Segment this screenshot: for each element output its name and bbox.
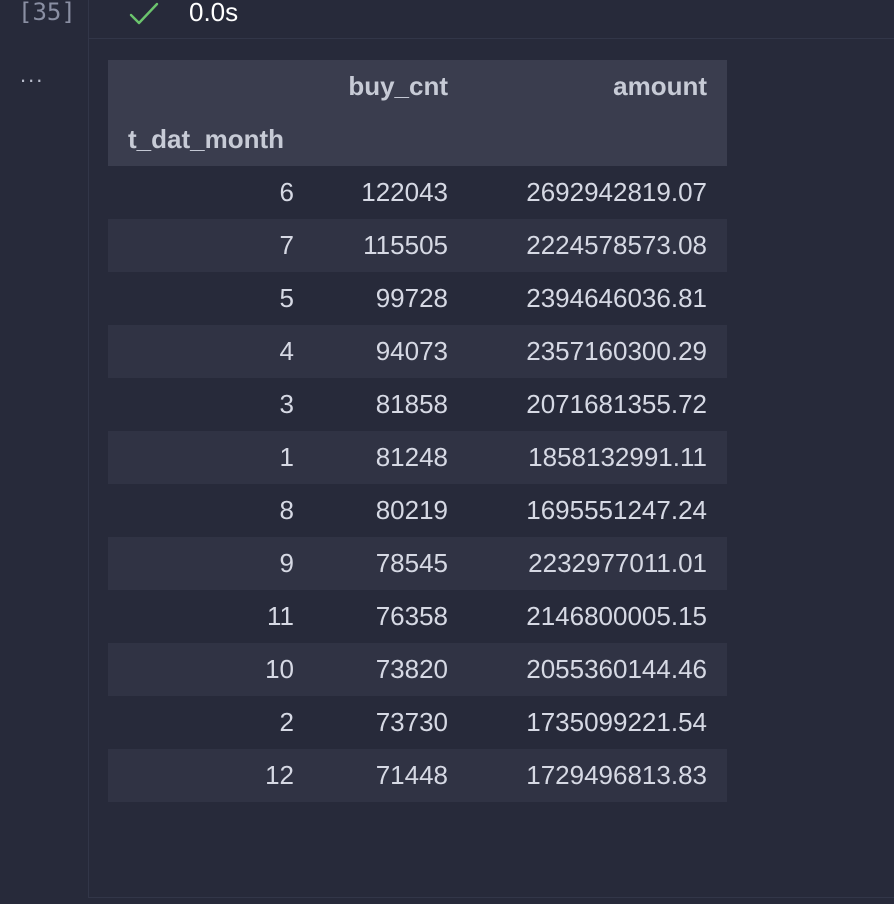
- cell-buy-cnt: 73820: [375, 654, 448, 684]
- dataframe-table: buy_cnt amount t_dat_month 6 122043 269294…: [108, 60, 727, 802]
- table-row: 2 73730 1735099221.54: [108, 696, 727, 749]
- table-row: 4 94073 2357160300.29: [108, 325, 727, 378]
- row-index: 7: [279, 230, 294, 260]
- row-index: 1: [279, 442, 294, 472]
- table-row: 10 73820 2055360144.46: [108, 643, 727, 696]
- index-name: t_dat_month: [128, 124, 284, 154]
- execution-count: [35]: [18, 0, 76, 26]
- table-row: 8 80219 1695551247.24: [108, 484, 727, 537]
- row-index: 11: [267, 601, 294, 631]
- table-row: 7 115505 2224578573.08: [108, 219, 727, 272]
- table-row: 12 71448 1729496813.83: [108, 749, 727, 802]
- row-index: 2: [279, 707, 294, 737]
- check-icon: [129, 2, 159, 25]
- cell-amount: 1735099221.54: [526, 707, 707, 737]
- cell-buy-cnt: 78545: [375, 548, 448, 578]
- cell-buy-cnt: 94073: [375, 336, 448, 366]
- cell-buy-cnt: 122043: [361, 177, 448, 207]
- cell-buy-cnt: 81858: [375, 389, 448, 419]
- cell-amount: 2394646036.81: [526, 283, 707, 313]
- execution-time: 0.0s: [189, 0, 239, 27]
- index-name-row: t_dat_month: [108, 113, 727, 166]
- cell-amount: 1695551247.24: [526, 495, 707, 525]
- index-name-spacer: [314, 113, 468, 166]
- execution-status: 0.0s: [88, 0, 894, 39]
- cell-amount: 2232977011.01: [528, 548, 707, 578]
- column-header-buy-cnt: buy_cnt: [348, 71, 448, 101]
- index-name-spacer: [468, 113, 727, 166]
- cell-amount: 2146800005.15: [526, 601, 707, 631]
- cell-buy-cnt: 73730: [375, 707, 448, 737]
- row-index: 12: [265, 760, 294, 790]
- table-row: 9 78545 2232977011.01: [108, 537, 727, 590]
- row-index: 3: [279, 389, 294, 419]
- row-index: 5: [279, 283, 294, 313]
- cell-buy-cnt: 80219: [375, 495, 448, 525]
- cell-divider: [88, 897, 894, 898]
- cell-amount: 2055360144.46: [526, 654, 707, 684]
- cell-amount: 2224578573.08: [526, 230, 707, 260]
- row-index: 6: [279, 177, 294, 207]
- cell-amount: 2692942819.07: [526, 177, 707, 207]
- output-menu-button[interactable]: ...: [20, 62, 44, 88]
- row-index: 9: [279, 548, 294, 578]
- row-index: 4: [279, 336, 294, 366]
- table-row: 1 81248 1858132991.11: [108, 431, 727, 484]
- cell-buy-cnt: 115505: [363, 230, 448, 260]
- cell-buy-cnt: 81248: [375, 442, 448, 472]
- cell-buy-cnt: 76358: [375, 601, 448, 631]
- cell-amount: 2071681355.72: [526, 389, 707, 419]
- table-row: 3 81858 2071681355.72: [108, 378, 727, 431]
- table-row: 11 76358 2146800005.15: [108, 590, 727, 643]
- table-row: 5 99728 2394646036.81: [108, 272, 727, 325]
- cell-amount: 1858132991.11: [528, 442, 707, 472]
- row-index: 8: [279, 495, 294, 525]
- index-corner: [108, 60, 314, 113]
- cell-buy-cnt: 71448: [375, 760, 448, 790]
- row-index: 10: [265, 654, 294, 684]
- cell-buy-cnt: 99728: [375, 283, 448, 313]
- column-header-row: buy_cnt amount: [108, 60, 727, 113]
- column-header-amount: amount: [613, 71, 707, 101]
- table-row: 6 122043 2692942819.07: [108, 166, 727, 219]
- cell-amount: 1729496813.83: [526, 760, 707, 790]
- cell-header: [35] 0.0s: [0, 0, 894, 39]
- cell-amount: 2357160300.29: [526, 336, 707, 366]
